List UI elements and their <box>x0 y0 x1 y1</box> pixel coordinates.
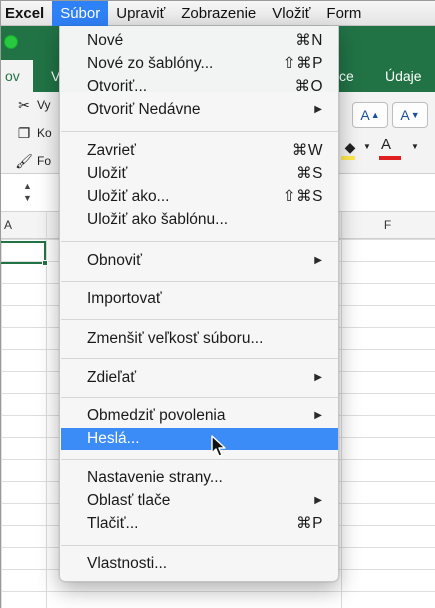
menu-item-shortcut: ⌘W <box>291 142 323 159</box>
menu-zobrazenie[interactable]: Zobrazenie <box>173 1 264 26</box>
column-header-a[interactable]: A <box>1 212 15 239</box>
font-color-letter: A <box>381 136 392 153</box>
font-color-dropdown[interactable]: ▼ <box>411 142 419 151</box>
tab-udaje[interactable]: Údaje <box>385 60 422 92</box>
menu-separator <box>61 281 338 282</box>
menu-item-ulozit-ako-sablonu[interactable]: Uložiť ako šablónu... <box>61 209 338 231</box>
paint-bucket-icon: ◆ <box>344 139 356 155</box>
copy-label: Ko <box>37 126 52 140</box>
menu-item-label: Nastavenie strany... <box>87 469 223 486</box>
file-menu: Nové ⌘N Nové zo šablóny... ⇧⌘P Otvoriť..… <box>59 26 339 582</box>
menu-item-zmensit-velkost[interactable]: Zmenšiť veľkosť súboru... <box>61 328 338 350</box>
menu-item-label: Uložiť ako šablónu... <box>87 211 229 228</box>
down-triangle-icon: ▼ <box>410 110 420 120</box>
menu-separator <box>61 241 338 242</box>
menu-item-nastavenie-strany[interactable]: Nastavenie strany... <box>61 467 338 489</box>
menu-item-nove-zo-sablony[interactable]: Nové zo šablóny... ⇧⌘P <box>61 53 338 75</box>
shrink-font-button[interactable]: A ▼ <box>392 102 428 128</box>
menu-item-shortcut: ⇧⌘P <box>282 55 323 72</box>
menu-item-label: Zdieľať <box>87 369 137 386</box>
font-color-swatch <box>379 156 401 160</box>
grow-font-button[interactable]: A ▲ <box>352 102 388 128</box>
menu-item-label: Tlačiť... <box>87 515 139 532</box>
menu-item-shortcut: ⌘P <box>296 515 323 532</box>
grow-font-letter: A <box>360 107 370 123</box>
format-painter-button[interactable]: 🖌 Fo <box>15 152 51 170</box>
tab-active[interactable]: ov <box>1 60 33 92</box>
menu-item-label: Heslá... <box>87 430 140 447</box>
menu-vlozit[interactable]: Vložiť <box>264 1 318 26</box>
menu-item-label: Uložiť <box>87 165 128 182</box>
submenu-arrow-icon: ▶ <box>314 372 322 383</box>
menu-item-otvorit-nedavne[interactable]: Otvoriť Nedávne ▶ <box>61 99 338 121</box>
menu-item-label: Obnoviť <box>87 252 142 269</box>
column-divider <box>46 212 47 608</box>
menu-separator <box>61 459 338 460</box>
menu-item-hesla[interactable]: Heslá... <box>61 428 338 450</box>
name-box-stepper[interactable]: ▲ ▼ <box>23 180 32 204</box>
fill-color-button[interactable]: ◆ <box>341 138 359 156</box>
menu-item-shortcut: ⌘O <box>294 78 323 95</box>
menu-item-obmedzit-povolenia[interactable]: Obmedziť povolenia ▶ <box>61 405 338 427</box>
menu-item-label: Zavrieť <box>87 142 136 159</box>
menu-bar: Excel Súbor Upraviť Zobrazenie Vložiť Fo… <box>1 0 435 26</box>
cut-label: Vy <box>37 98 51 112</box>
menu-separator <box>61 397 338 398</box>
menu-item-ulozit-ako[interactable]: Uložiť ako... ⇧⌘S <box>61 186 338 208</box>
tab-ce[interactable]: ce <box>339 60 354 92</box>
menu-item-label: Otvoriť... <box>87 78 148 95</box>
scissors-icon: ✂ <box>18 97 30 113</box>
menu-item-label: Zmenšiť veľkosť súboru... <box>87 330 264 347</box>
app-menu-excel[interactable]: Excel <box>1 1 52 26</box>
menu-separator <box>61 545 338 546</box>
font-color-button[interactable]: A <box>381 136 391 153</box>
menu-item-shortcut: ⌘S <box>296 165 323 182</box>
menu-item-zavriet[interactable]: Zavrieť ⌘W <box>61 140 338 162</box>
menu-item-label: Oblasť tlače <box>87 492 171 509</box>
menu-item-obnovit[interactable]: Obnoviť ▶ <box>61 250 338 272</box>
menu-item-label: Vlastnosti... <box>87 555 168 572</box>
menu-item-nove[interactable]: Nové ⌘N <box>61 30 338 52</box>
menu-item-label: Nové zo šablóny... <box>87 55 214 72</box>
up-triangle-icon: ▲ <box>370 110 380 120</box>
menu-item-tlacit[interactable]: Tlačiť... ⌘P <box>61 513 338 535</box>
window-zoom-button[interactable] <box>4 35 18 49</box>
selected-cell[interactable] <box>1 241 48 266</box>
menu-item-otvorit[interactable]: Otvoriť... ⌘O <box>61 76 338 98</box>
menu-item-importovat[interactable]: Importovať <box>61 288 338 310</box>
menu-item-label: Uložiť ako... <box>87 188 170 205</box>
submenu-arrow-icon: ▶ <box>314 104 322 115</box>
menu-item-vlastnosti[interactable]: Vlastnosti... <box>61 553 338 575</box>
mouse-pointer-icon <box>211 435 226 457</box>
paintbrush-icon: 🖌 <box>15 153 33 169</box>
menu-item-shortcut: ⌘N <box>295 32 323 49</box>
menu-separator <box>61 131 338 132</box>
shrink-font-letter: A <box>400 107 410 123</box>
menu-item-label: Nové <box>87 32 124 49</box>
column-header-f[interactable]: F <box>339 212 435 239</box>
menu-subor[interactable]: Súbor <box>52 0 109 26</box>
copy-icon: ❐ <box>17 125 31 141</box>
menu-item-label: Obmedziť povolenia <box>87 407 226 424</box>
fill-color-dropdown[interactable]: ▼ <box>363 142 371 151</box>
menu-format[interactable]: Form <box>318 1 369 26</box>
menu-item-zdielat[interactable]: Zdieľať ▶ <box>61 367 338 389</box>
copy-button[interactable]: ❐ Ko <box>15 124 52 142</box>
menu-item-oblast-tlace[interactable]: Oblasť tlače ▶ <box>61 490 338 512</box>
cut-button[interactable]: ✂ Vy <box>15 96 51 114</box>
menu-separator <box>61 358 338 359</box>
format-painter-label: Fo <box>37 154 52 168</box>
menu-item-label: Otvoriť Nedávne <box>87 101 201 118</box>
menu-item-ulozit[interactable]: Uložiť ⌘S <box>61 163 338 185</box>
menu-separator <box>61 319 338 320</box>
submenu-arrow-icon: ▶ <box>314 255 322 266</box>
menu-item-label: Importovať <box>87 290 162 307</box>
fill-color-swatch <box>341 156 355 160</box>
column-divider <box>341 212 342 608</box>
submenu-arrow-icon: ▶ <box>314 495 322 506</box>
fill-handle[interactable] <box>42 260 48 266</box>
menu-upravit[interactable]: Upraviť <box>108 1 173 26</box>
submenu-arrow-icon: ▶ <box>314 410 322 421</box>
menu-item-shortcut: ⇧⌘S <box>282 188 323 205</box>
